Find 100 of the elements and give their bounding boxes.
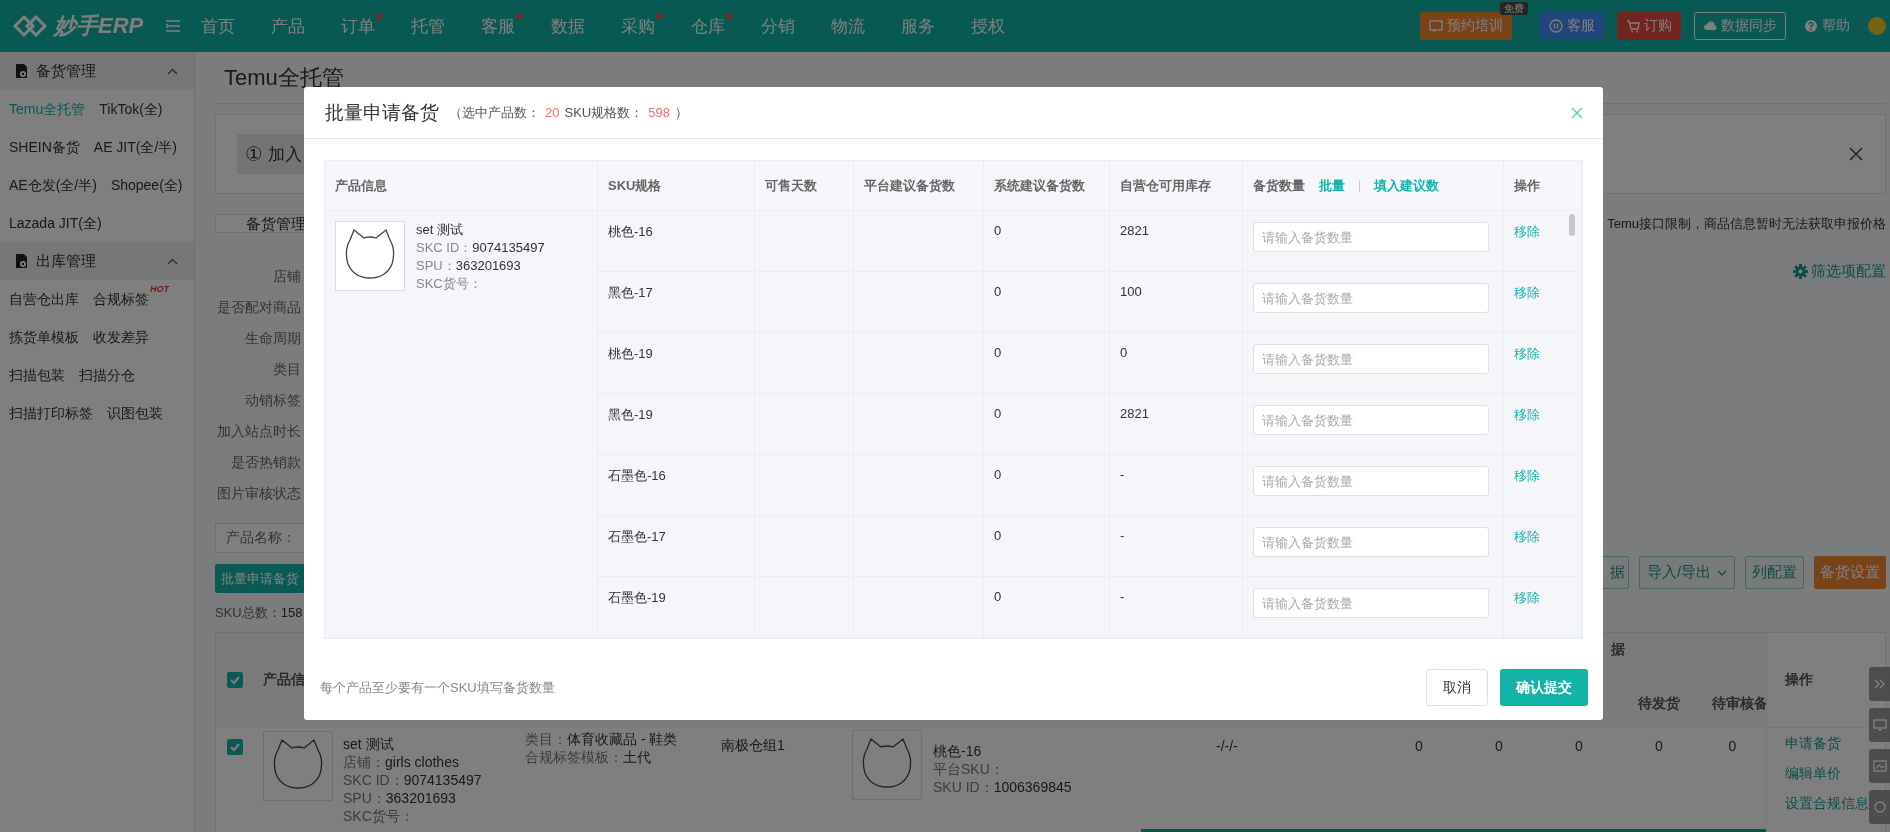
- sidebar-item[interactable]: TikTok(全): [99, 90, 163, 128]
- column-header: 系统建议备货数: [994, 176, 1085, 195]
- nav-link[interactable]: 仓库: [691, 14, 761, 38]
- product-info-line: SKC ID：9074135497: [416, 239, 545, 257]
- settings-button[interactable]: 备货设置: [1814, 556, 1886, 589]
- sidebar-item[interactable]: 收发差异: [93, 318, 149, 356]
- cat-outline-image: [335, 221, 405, 291]
- quantity-input[interactable]: 请输入备货数量: [1253, 344, 1489, 374]
- sidebar-item[interactable]: 自营仓出库: [9, 280, 79, 318]
- avatar[interactable]: [1868, 17, 1886, 35]
- product-info-line: 店铺：girls clothes: [343, 753, 460, 771]
- nav-link[interactable]: 首页: [201, 14, 271, 38]
- batch-stock-button[interactable]: 批量申请备货: [215, 564, 305, 593]
- sidebar-item[interactable]: 扫描打印标签: [9, 394, 93, 432]
- column-header: 可售天数: [765, 176, 817, 195]
- sku-name: 黑色-19: [608, 407, 653, 422]
- help-link[interactable]: 帮助: [1799, 12, 1855, 40]
- sidebar-item[interactable]: 扫描包装: [9, 356, 65, 394]
- batch-link[interactable]: 批量: [1319, 176, 1345, 195]
- remove-link[interactable]: 移除: [1514, 346, 1540, 361]
- scrollbar-thumb[interactable]: [1569, 214, 1575, 236]
- menu-icon[interactable]: [166, 20, 180, 32]
- sidebar-item[interactable]: 扫描分仓: [79, 356, 135, 394]
- remove-link[interactable]: 移除: [1514, 285, 1540, 300]
- table-cell: -: [1120, 528, 1125, 543]
- nav-link[interactable]: 订单: [341, 14, 411, 38]
- group-header[interactable]: 备货管理: [0, 52, 194, 90]
- sync-button[interactable]: 数据同步: [1694, 12, 1786, 40]
- filter-label: 是否配对商品: [216, 298, 301, 317]
- close-icon[interactable]: [1849, 147, 1863, 161]
- table-cell: 2821: [1120, 406, 1149, 421]
- checkbox[interactable]: [227, 672, 243, 688]
- side-tool-button[interactable]: [1869, 708, 1890, 742]
- dropdown-button[interactable]: 导入/导出: [1639, 556, 1735, 589]
- training-button[interactable]: 预约培训: [1420, 12, 1512, 40]
- group-header[interactable]: 出库管理: [0, 242, 194, 280]
- table-cell: 0: [1495, 738, 1503, 754]
- filter-label: 加入站点时长: [216, 422, 301, 441]
- table-cell: 100: [1120, 284, 1142, 299]
- sidebar-item[interactable]: 识图包装: [107, 394, 163, 432]
- column-header: 待审核备: [1712, 694, 1768, 713]
- nav-link[interactable]: 采购: [621, 14, 691, 38]
- close-icon[interactable]: [1571, 106, 1583, 119]
- remove-link[interactable]: 移除: [1514, 224, 1540, 239]
- table-cell: 0: [994, 467, 1002, 482]
- filter-label: 店铺: [272, 267, 301, 286]
- quantity-input[interactable]: 请输入备货数量: [1253, 588, 1489, 618]
- service-button[interactable]: 客服: [1540, 12, 1604, 40]
- footer-note: 每个产品至少要有一个SKU填写备货数量: [320, 678, 555, 697]
- logo-text: 妙手ERP: [54, 12, 144, 40]
- remove-link[interactable]: 移除: [1514, 407, 1540, 422]
- sidebar-item[interactable]: Shopee(全): [110, 166, 183, 204]
- nav-link[interactable]: 客服: [481, 14, 551, 38]
- submit-button[interactable]: 确认提交: [1500, 669, 1588, 706]
- column-header: 备货数量: [1253, 176, 1305, 195]
- order-button[interactable]: 订购: [1617, 12, 1681, 40]
- remove-link[interactable]: 移除: [1514, 529, 1540, 544]
- circle-icon: [1872, 800, 1887, 814]
- side-tool-button[interactable]: [1869, 790, 1890, 824]
- remove-link[interactable]: 移除: [1514, 590, 1540, 605]
- pause-circle-icon: [1549, 18, 1563, 34]
- product-info-line: SKC货号：: [416, 275, 483, 293]
- nav-link[interactable]: 授权: [971, 14, 1041, 38]
- nav-link[interactable]: 分销: [761, 14, 831, 38]
- sidebar-item[interactable]: 拣货单模板: [9, 318, 79, 356]
- sidebar-item[interactable]: Lazada JIT(全): [9, 204, 102, 242]
- side-tool-button[interactable]: [1869, 667, 1890, 701]
- toolbar-button[interactable]: 列配置: [1745, 556, 1804, 589]
- nav-link[interactable]: 数据: [551, 14, 621, 38]
- table-cell: 2821: [1120, 223, 1149, 238]
- sidebar-item[interactable]: AE JIT(全/半): [93, 128, 178, 166]
- cancel-button[interactable]: 取消: [1426, 669, 1488, 706]
- filter-config-link[interactable]: 筛选项配置: [1793, 261, 1886, 281]
- remove-link[interactable]: 移除: [1514, 468, 1540, 483]
- nav-link[interactable]: 物流: [831, 14, 901, 38]
- checkbox[interactable]: [227, 739, 243, 755]
- quantity-input[interactable]: 请输入备货数量: [1253, 222, 1489, 252]
- quantity-input[interactable]: 请输入备货数量: [1253, 527, 1489, 557]
- notice-text: Temu接口限制，商品信息暂时无法获取申报价格: [1607, 215, 1886, 233]
- sku-name: 石墨色-17: [608, 529, 666, 544]
- nav-link[interactable]: 服务: [901, 14, 971, 38]
- column-header: 产品信: [263, 671, 305, 689]
- sidebar-item[interactable]: AE仓发(全/半): [9, 166, 97, 204]
- cat-outline-image: [263, 731, 333, 801]
- sidebar-item[interactable]: SHEIN备货: [9, 128, 80, 166]
- product-info-line: SPU：363201693: [416, 257, 522, 275]
- fill-suggested-link[interactable]: 填入建议数: [1374, 176, 1439, 195]
- column-header: 自营仓可用库存: [1120, 176, 1211, 195]
- quantity-input[interactable]: 请输入备货数量: [1253, 466, 1489, 496]
- sidebar-item[interactable]: Temu全托管: [9, 90, 86, 128]
- quantity-input[interactable]: 请输入备货数量: [1253, 283, 1489, 313]
- sku-name: 石墨色-19: [608, 590, 666, 605]
- nav-link[interactable]: 托管: [411, 14, 481, 38]
- gear-icon: [1793, 263, 1808, 279]
- side-tool-button[interactable]: [1869, 749, 1890, 783]
- table-cell: 0: [1728, 738, 1737, 754]
- filter-label: 图片审核状态: [216, 484, 301, 503]
- sku-name: 桃色-16: [608, 224, 653, 239]
- nav-link[interactable]: 产品: [271, 14, 341, 38]
- quantity-input[interactable]: 请输入备货数量: [1253, 405, 1489, 435]
